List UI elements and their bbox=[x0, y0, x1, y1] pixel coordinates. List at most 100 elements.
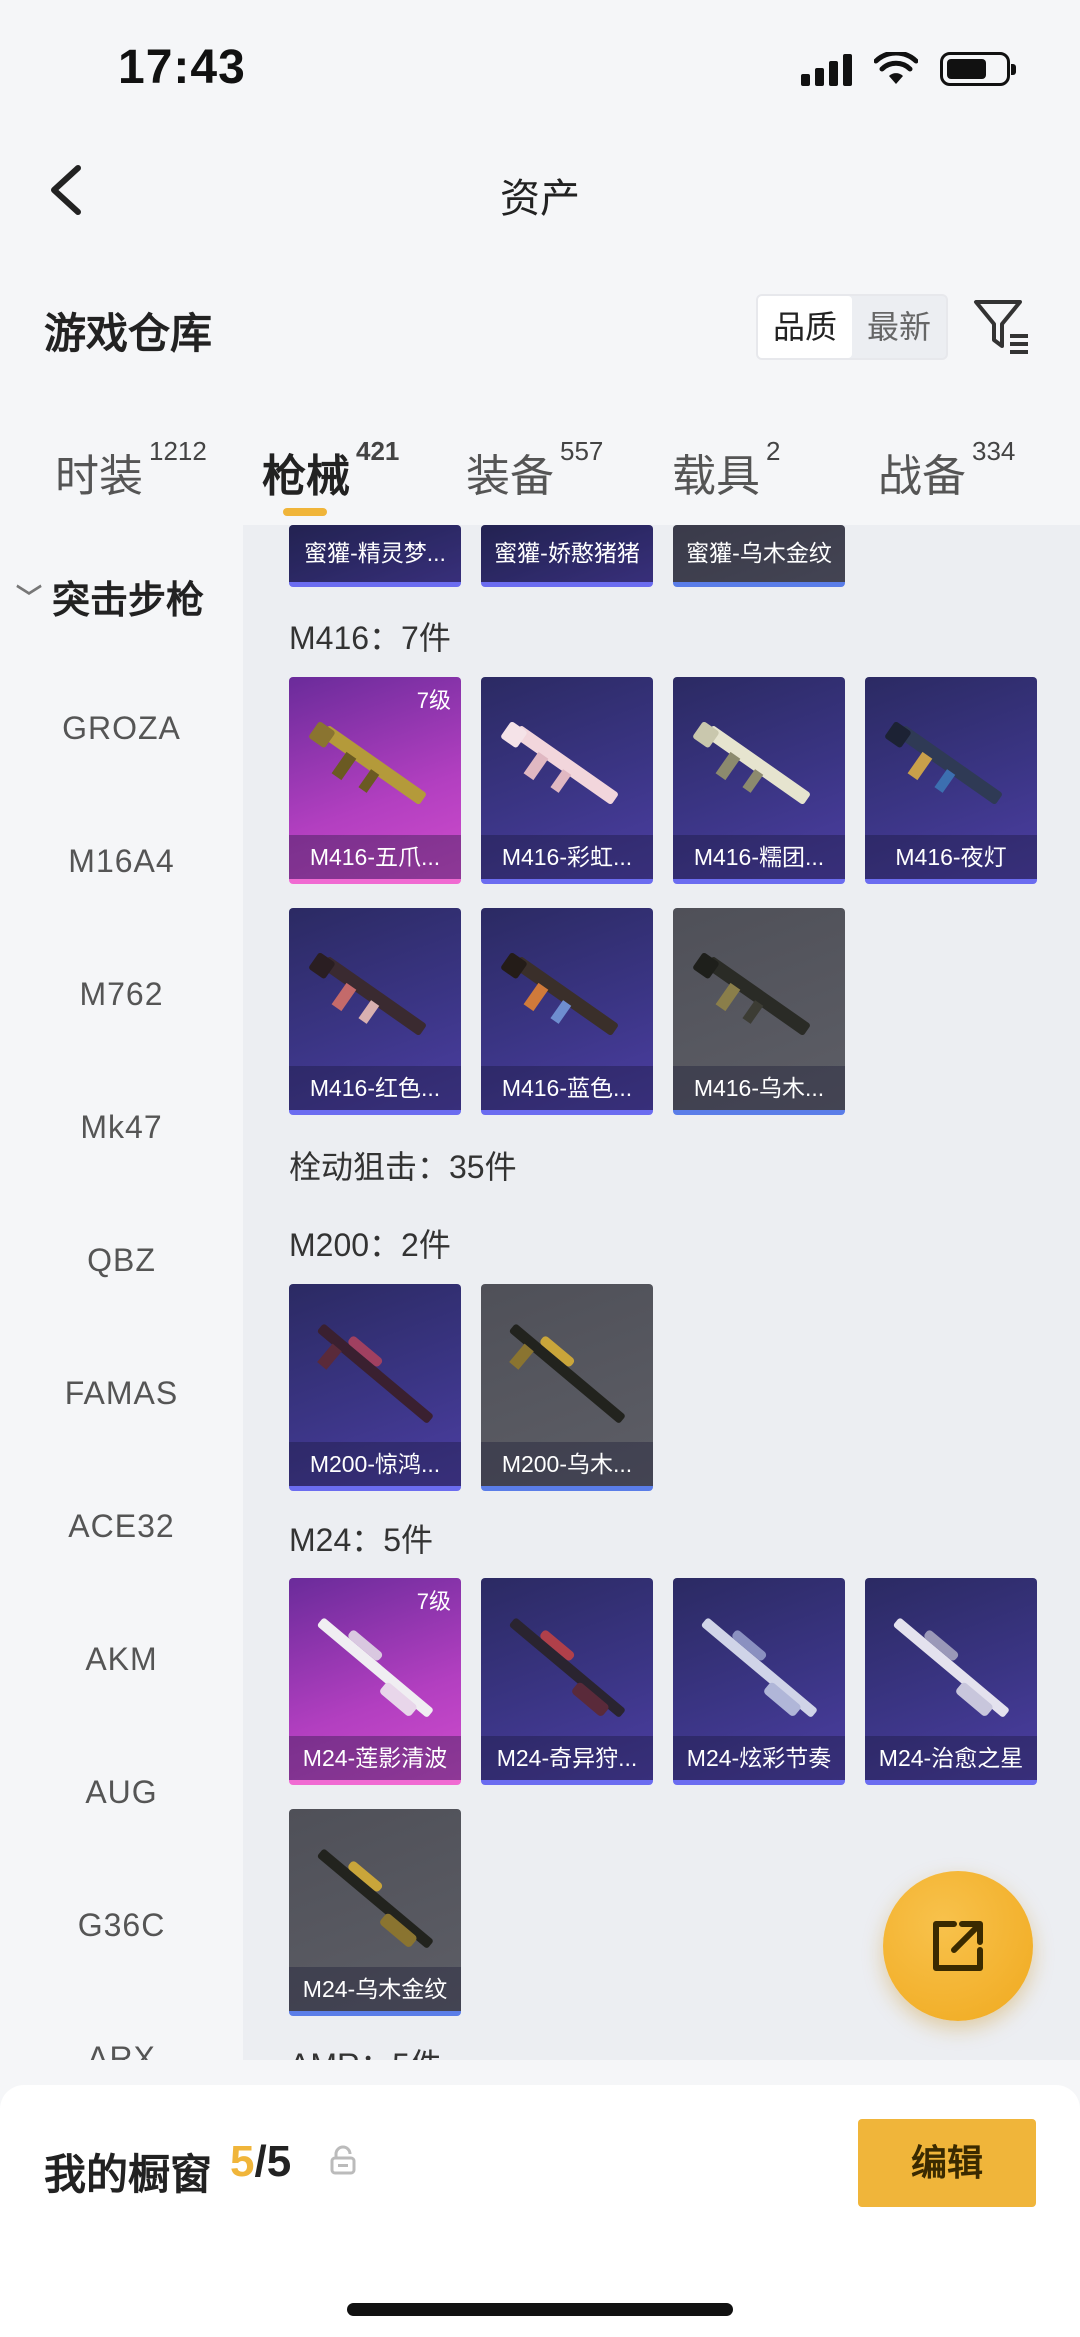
rifle-icon bbox=[501, 721, 618, 805]
tab-equipment[interactable]: 装备557 bbox=[466, 436, 603, 504]
tab-fashion[interactable]: 时装1212 bbox=[55, 436, 207, 504]
skin-card[interactable]: M416-蓝色... bbox=[481, 908, 653, 1115]
tab-label: 装备 bbox=[466, 452, 554, 501]
group-title: M200：2件 bbox=[289, 1227, 451, 1263]
skin-label: M416-彩虹... bbox=[481, 835, 653, 879]
skin-card[interactable]: M200-惊鸿... bbox=[289, 1284, 461, 1491]
showcase-count-total: /5 bbox=[254, 2137, 292, 2186]
skin-card[interactable]: M24-乌木金纹 bbox=[289, 1809, 461, 2016]
sort-quality-button[interactable]: 品质 bbox=[758, 296, 852, 358]
skin-card[interactable]: M416-糯团... bbox=[673, 677, 845, 884]
sidebar-category[interactable]: ﹀ 突击步枪 bbox=[16, 569, 204, 624]
sniper-rifle-icon bbox=[509, 1324, 625, 1423]
skin-label: M416-乌木... bbox=[673, 1066, 845, 1110]
status-icons bbox=[801, 52, 1016, 86]
skin-card[interactable]: 7级 M24-莲影清波 bbox=[289, 1578, 461, 1785]
weapon-sidebar: ﹀ 突击步枪 GROZA M16A4 M762 Mk47 QBZ FAMAS A… bbox=[0, 525, 243, 2060]
sniper-rifle-icon bbox=[701, 1618, 817, 1717]
skin-card[interactable]: 蜜獾-娇憨猪猪 bbox=[481, 525, 653, 587]
skin-label: M24-治愈之星 bbox=[865, 1736, 1037, 1780]
sidebar-item-akm[interactable]: AKM bbox=[0, 1641, 243, 1678]
status-time: 17:43 bbox=[118, 41, 246, 94]
skin-label: M416-糯团... bbox=[673, 835, 845, 879]
tab-label: 时装 bbox=[55, 452, 143, 501]
edit-button[interactable]: 编辑 bbox=[858, 2119, 1036, 2207]
showcase-count-current: 5 bbox=[230, 2137, 255, 2186]
tab-supplies[interactable]: 战备334 bbox=[878, 436, 1015, 504]
sidebar-item-m16a4[interactable]: M16A4 bbox=[0, 843, 243, 880]
showcase-count: 5/5 bbox=[230, 2137, 291, 2187]
skin-card[interactable]: M24-治愈之星 bbox=[865, 1578, 1037, 1785]
sidebar-item-arx[interactable]: ARX bbox=[0, 2040, 243, 2060]
sidebar-item-aug[interactable]: AUG bbox=[0, 1774, 243, 1811]
sidebar-item-g36c[interactable]: G36C bbox=[0, 1907, 243, 1944]
sidebar-item-famas[interactable]: FAMAS bbox=[0, 1375, 243, 1412]
sidebar-item-qbz[interactable]: QBZ bbox=[0, 1242, 243, 1279]
skin-label: 蜜獾-乌木金纹 bbox=[673, 525, 845, 582]
status-bar: 17:43 bbox=[0, 0, 1080, 130]
warehouse-title: 游戏仓库 bbox=[44, 310, 213, 357]
skin-label: M200-乌木... bbox=[481, 1442, 653, 1486]
skin-label: M24-莲影清波 bbox=[289, 1736, 461, 1780]
skin-card[interactable]: M416-彩虹... bbox=[481, 677, 653, 884]
tab-count: 421 bbox=[356, 436, 400, 466]
rifle-icon bbox=[693, 721, 810, 805]
skin-card[interactable]: 蜜獾-精灵梦... bbox=[289, 525, 461, 587]
sort-newest-button[interactable]: 最新 bbox=[852, 296, 946, 358]
skin-label: M416-夜灯 bbox=[865, 835, 1037, 879]
group-title: M24：5件 bbox=[289, 1522, 434, 1558]
rifle-icon bbox=[309, 952, 426, 1036]
share-button[interactable] bbox=[883, 1871, 1033, 2021]
skin-label: M416-五爪... bbox=[289, 835, 461, 879]
sniper-rifle-icon bbox=[317, 1618, 433, 1717]
tab-guns[interactable]: 枪械421 bbox=[262, 436, 399, 504]
skin-label: 蜜獾-精灵梦... bbox=[289, 525, 461, 582]
signal-icon bbox=[801, 52, 852, 86]
tab-label: 载具 bbox=[672, 452, 760, 501]
sidebar-item-mk47[interactable]: Mk47 bbox=[0, 1109, 243, 1146]
group-title: AMR：5件 bbox=[289, 2040, 442, 2060]
tab-indicator bbox=[283, 508, 327, 516]
skin-card[interactable]: M416-夜灯 bbox=[865, 677, 1037, 884]
tab-vehicles[interactable]: 载具2 bbox=[672, 436, 780, 504]
group-title: 栓动狙击：35件 bbox=[289, 1149, 517, 1185]
sidebar-category-label: 突击步枪 bbox=[52, 580, 205, 622]
skin-label: M416-蓝色... bbox=[481, 1066, 653, 1110]
tab-count: 334 bbox=[972, 436, 1016, 466]
tab-label: 枪械 bbox=[262, 452, 350, 501]
skin-label: 蜜獾-娇憨猪猪 bbox=[481, 525, 653, 582]
sidebar-item-m762[interactable]: M762 bbox=[0, 976, 243, 1013]
skin-card[interactable]: 7级 M416-五爪... bbox=[289, 677, 461, 884]
skin-card[interactable]: 蜜獾-乌木金纹 bbox=[673, 525, 845, 587]
sniper-rifle-icon bbox=[893, 1618, 1009, 1717]
sniper-rifle-icon bbox=[509, 1618, 625, 1717]
group-title: M416：7件 bbox=[289, 620, 451, 656]
sidebar-item-ace32[interactable]: ACE32 bbox=[0, 1508, 243, 1545]
lock-icon bbox=[330, 2145, 356, 2175]
rifle-icon bbox=[885, 721, 1002, 805]
page-title: 资产 bbox=[500, 177, 580, 221]
category-tabs: 时装1212 枪械421 装备557 载具2 战备334 bbox=[0, 430, 1080, 520]
skin-card[interactable]: M200-乌木... bbox=[481, 1284, 653, 1491]
skin-card[interactable]: M416-红色... bbox=[289, 908, 461, 1115]
skin-label: M24-炫彩节奏 bbox=[673, 1736, 845, 1780]
wifi-icon bbox=[874, 52, 918, 84]
skin-card[interactable]: M24-奇异狩... bbox=[481, 1578, 653, 1785]
skin-label: M24-奇异狩... bbox=[481, 1736, 653, 1780]
skin-label: M200-惊鸿... bbox=[289, 1442, 461, 1486]
sniper-rifle-icon bbox=[317, 1849, 433, 1948]
tab-label: 战备 bbox=[878, 452, 966, 501]
skin-card[interactable]: M416-乌木... bbox=[673, 908, 845, 1115]
nav-bar: 资产 bbox=[0, 130, 1080, 250]
rifle-icon bbox=[501, 952, 618, 1036]
sidebar-item-groza[interactable]: GROZA bbox=[0, 710, 243, 747]
showcase-bar: 我的橱窗 5/5 编辑 bbox=[0, 2085, 1080, 2337]
rifle-icon bbox=[309, 721, 426, 805]
filter-icon[interactable] bbox=[972, 296, 1032, 356]
weapon-grid: 蜜獾-精灵梦... 蜜獾-娇憨猪猪 蜜獾-乌木金纹 M416：7件 7级 M41… bbox=[243, 525, 1080, 2060]
skin-card[interactable]: M24-炫彩节奏 bbox=[673, 1578, 845, 1785]
rifle-icon bbox=[693, 952, 810, 1036]
tab-count: 557 bbox=[560, 436, 604, 466]
skin-label: M416-红色... bbox=[289, 1066, 461, 1110]
sort-toggle: 品质 最新 bbox=[756, 294, 948, 360]
